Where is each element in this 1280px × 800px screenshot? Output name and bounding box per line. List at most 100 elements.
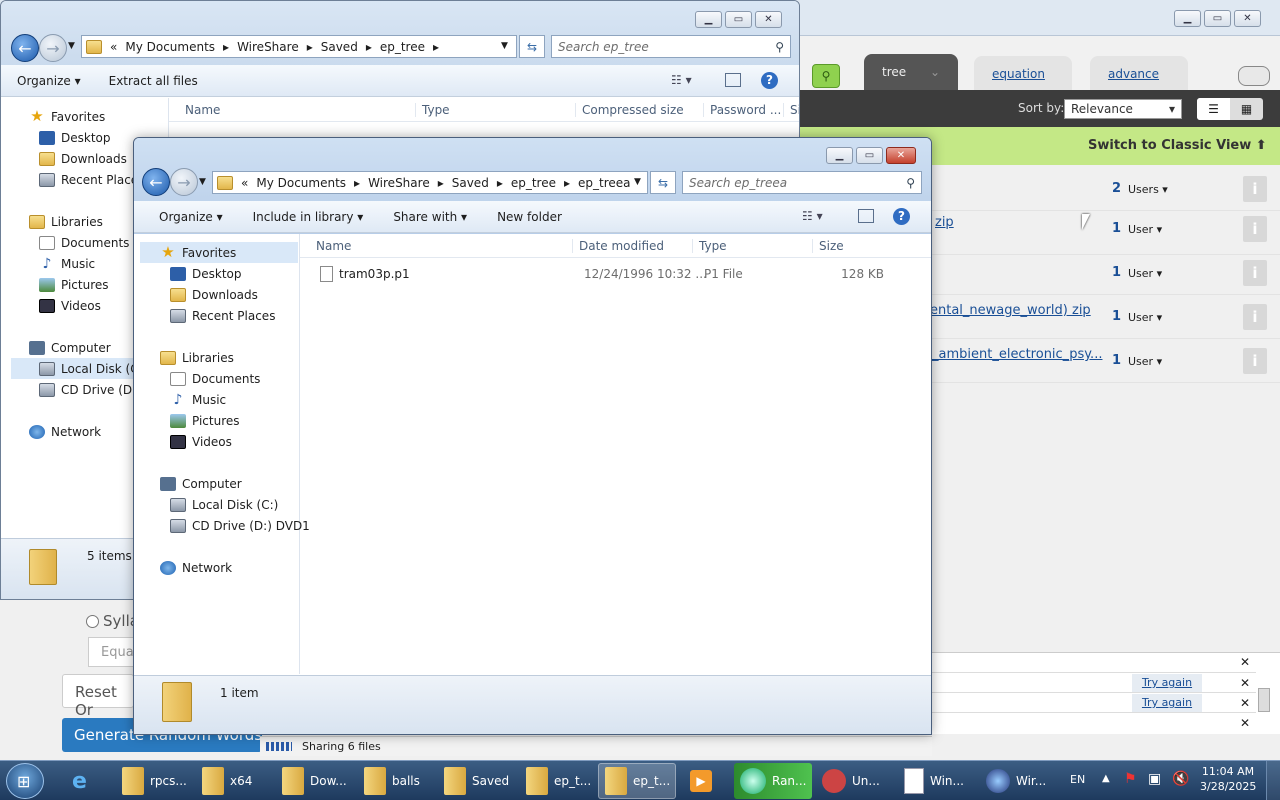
chevron-down-icon[interactable]: ▼ <box>199 177 206 187</box>
views-icon[interactable]: ☷ ▾ <box>802 209 823 223</box>
close-icon[interactable]: ✕ <box>1240 655 1250 669</box>
taskbar-item-ie[interactable]: e <box>66 763 106 799</box>
view-toggle[interactable]: ☰ ▦ <box>1197 98 1263 120</box>
nav-music[interactable]: ♪ Music <box>170 389 227 410</box>
classic-view-link[interactable]: Switch to Classic View ⬆ <box>1088 138 1267 153</box>
help-icon[interactable]: ? <box>893 208 910 225</box>
reset-button[interactable]: Reset Or <box>62 674 134 719</box>
breadcrumb-item[interactable]: My Documents <box>125 40 215 54</box>
nav-documents[interactable]: Documents <box>170 368 260 389</box>
nav-desktop[interactable]: Desktop <box>39 127 111 148</box>
minimize-button[interactable]: ▁ <box>1174 10 1201 27</box>
close-icon[interactable]: ✕ <box>1240 716 1250 730</box>
list-view-icon[interactable]: ☰ <box>1197 98 1230 120</box>
forward-button[interactable]: → <box>170 168 198 196</box>
chevron-down-icon[interactable]: ▼ <box>634 177 641 187</box>
tab-advance[interactable]: advance <box>1090 56 1188 92</box>
users-dropdown[interactable]: User ▾ <box>1128 267 1162 280</box>
nav-favorites[interactable]: ★ Favorites <box>29 106 105 127</box>
close-button[interactable]: ✕ <box>886 147 916 164</box>
nav-downloads[interactable]: Downloads <box>39 148 127 169</box>
nav-network[interactable]: Network <box>29 421 101 442</box>
info-icon[interactable]: i <box>1243 304 1267 330</box>
taskbar-item[interactable]: Ran... <box>734 763 812 799</box>
try-again-button[interactable]: Try again <box>1132 674 1202 692</box>
chevron-down-icon[interactable]: ▼ <box>501 41 508 51</box>
column-date-modified[interactable]: Date modified <box>572 238 692 253</box>
nav-pictures[interactable]: Pictures <box>39 274 109 295</box>
column-password[interactable]: Password ... <box>703 102 783 117</box>
column-size[interactable]: Size <box>812 238 892 253</box>
info-icon[interactable]: i <box>1243 216 1267 242</box>
tab-tree[interactable]: tree ⌄ <box>864 54 958 90</box>
refresh-icon[interactable]: ⇆ <box>650 171 676 194</box>
column-size[interactable]: Si <box>783 102 799 117</box>
nav-videos[interactable]: Videos <box>170 431 232 452</box>
maximize-button[interactable]: ▭ <box>856 147 883 164</box>
minimize-button[interactable]: ▁ <box>826 147 853 164</box>
nav-network[interactable]: Network <box>160 557 232 578</box>
info-icon[interactable]: i <box>1243 176 1267 202</box>
help-icon[interactable]: ? <box>761 72 778 89</box>
breadcrumb-item[interactable]: Saved <box>321 40 358 54</box>
taskbar-item[interactable]: Un... <box>816 763 894 799</box>
taskbar-item[interactable]: Dow... <box>276 763 354 799</box>
file-row[interactable]: tram03p.p1 12/24/1996 10:32 ... P1 File … <box>300 262 931 286</box>
close-button[interactable]: ✕ <box>1234 10 1261 27</box>
result-link[interactable]: zip <box>935 215 954 230</box>
breadcrumb-item[interactable]: WireShare <box>237 40 299 54</box>
nav-pictures[interactable]: Pictures <box>170 410 240 431</box>
column-name[interactable]: Name <box>169 103 415 117</box>
address-bar[interactable]: « My Documents ▸ WireShare ▸ Saved ▸ ep_tre… <box>212 171 648 194</box>
try-again-button[interactable]: Try again <box>1132 694 1202 712</box>
chevron-down-icon[interactable]: ▼ <box>68 41 75 51</box>
include-in-library-button[interactable]: Include in library ▾ <box>253 210 364 224</box>
organize-button[interactable]: Organize ▾ <box>17 74 81 88</box>
search-input[interactable]: Search ep_tree ⚲ <box>551 35 791 58</box>
search-go-button[interactable]: ⚲ <box>812 64 840 88</box>
taskbar-item[interactable]: Win... <box>898 763 976 799</box>
back-button[interactable]: ← <box>11 34 39 62</box>
column-type[interactable]: Type <box>692 238 812 253</box>
share-with-button[interactable]: Share with ▾ <box>393 210 467 224</box>
nav-cd-drive[interactable]: CD Drive (D:) DVD1 <box>170 515 310 536</box>
nav-recent-places[interactable]: Recent Places <box>170 305 275 326</box>
maximize-button[interactable]: ▭ <box>725 11 752 28</box>
sort-select[interactable]: Relevance ▾ <box>1064 99 1182 119</box>
info-icon[interactable]: i <box>1243 348 1267 374</box>
volume-muted-icon[interactable]: 🔇 <box>1172 771 1189 787</box>
taskbar-item[interactable]: Wir... <box>980 763 1058 799</box>
taskbar-item[interactable]: Saved <box>438 763 518 799</box>
tab-equation[interactable]: equation <box>974 56 1072 92</box>
nav-computer[interactable]: Computer <box>160 473 242 494</box>
nav-downloads[interactable]: Downloads <box>170 284 258 305</box>
nav-recent-places[interactable]: Recent Places <box>39 169 144 190</box>
maximize-button[interactable]: ▭ <box>1204 10 1231 27</box>
refresh-icon[interactable]: ⇆ <box>519 35 545 58</box>
flag-icon[interactable]: ⚑ <box>1124 771 1137 787</box>
breadcrumb-item[interactable]: Saved <box>452 176 489 190</box>
taskbar-item[interactable]: rpcs... <box>116 763 190 799</box>
breadcrumb-item[interactable]: ep_treea <box>578 176 631 190</box>
taskbar-item-active[interactable]: ep_t... <box>598 763 676 799</box>
radio-icon[interactable] <box>86 614 99 628</box>
nav-favorites[interactable]: ★ Favorites <box>140 242 298 263</box>
nav-computer[interactable]: Computer <box>29 337 111 358</box>
views-icon[interactable]: ☷ ▾ <box>671 73 692 87</box>
close-icon[interactable]: ✕ <box>1240 676 1250 690</box>
start-button[interactable]: ⊞ <box>6 763 44 799</box>
breadcrumb-item[interactable]: My Documents <box>256 176 346 190</box>
grid-view-icon[interactable]: ▦ <box>1230 98 1263 120</box>
clock[interactable]: 11:04 AM 3/28/2025 <box>1200 765 1256 793</box>
preview-pane-icon[interactable] <box>725 73 741 87</box>
breadcrumb-item[interactable]: WireShare <box>368 176 430 190</box>
result-link[interactable]: ental_newage_world) zip <box>930 303 1091 318</box>
column-compressed-size[interactable]: Compressed size <box>575 102 703 117</box>
nav-desktop[interactable]: Desktop <box>170 263 242 284</box>
users-dropdown[interactable]: User ▾ <box>1128 355 1162 368</box>
toggle-icon[interactable] <box>1238 66 1270 86</box>
breadcrumb-item[interactable]: ep_tree <box>380 40 425 54</box>
new-folder-button[interactable]: New folder <box>497 210 562 224</box>
scrollbar[interactable] <box>1258 688 1270 712</box>
network-tray-icon[interactable]: ▣ <box>1148 771 1161 787</box>
